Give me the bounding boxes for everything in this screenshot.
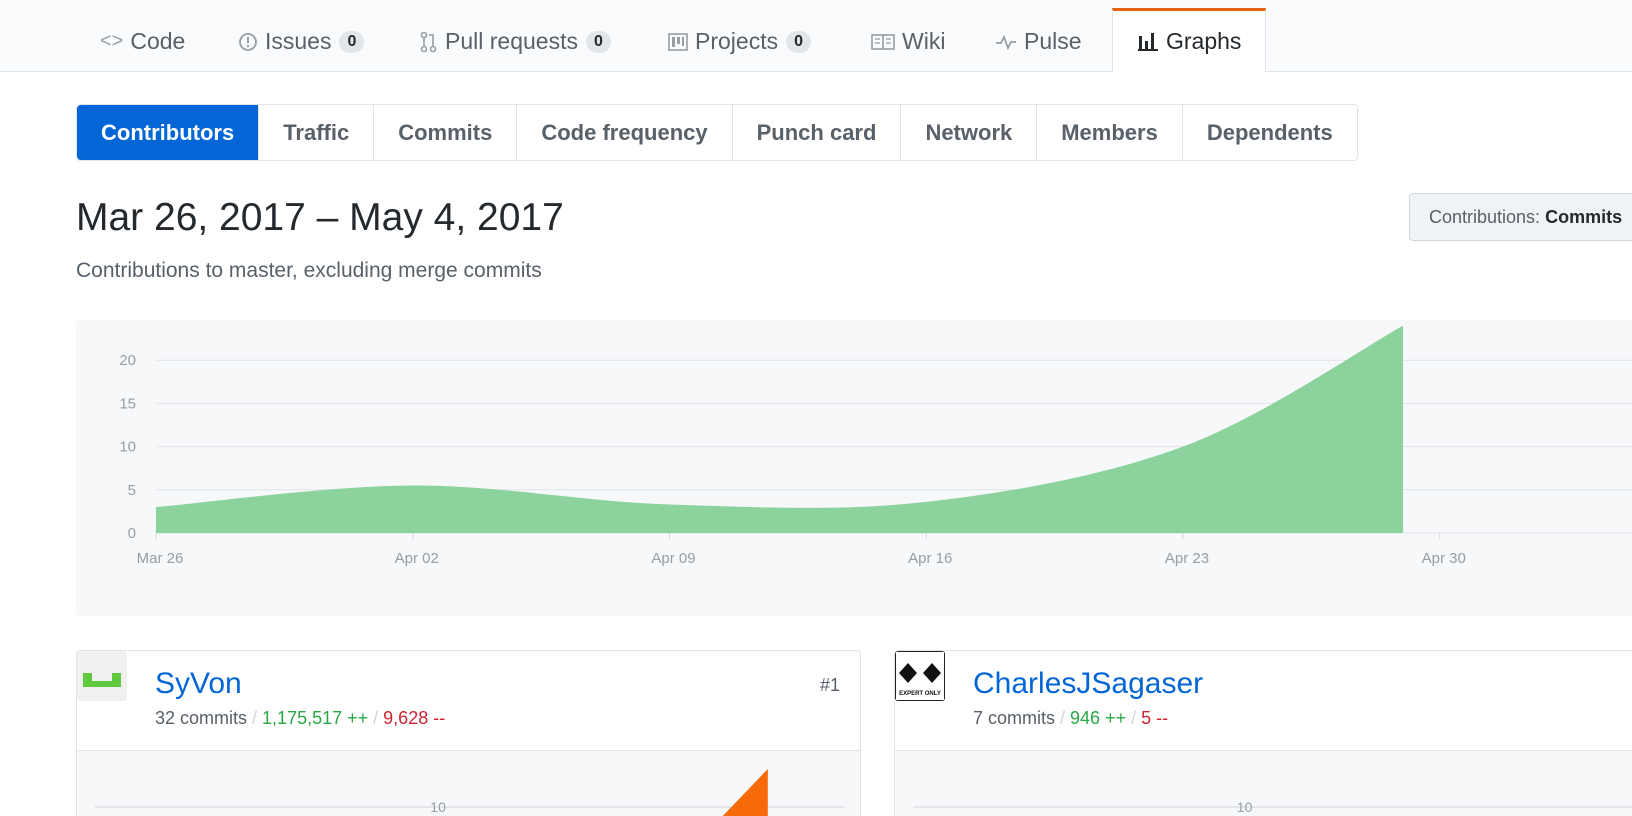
project-icon bbox=[668, 32, 688, 52]
contributor-name-link[interactable]: SyVon bbox=[155, 667, 242, 701]
avatar[interactable]: EXPERT ONLY bbox=[895, 651, 945, 701]
contributor-chart[interactable]: 10 bbox=[77, 751, 860, 816]
subnav-punch-card[interactable]: Punch card bbox=[731, 105, 901, 160]
subnav-commits[interactable]: Commits bbox=[373, 105, 516, 160]
y-tick-label: 5 bbox=[128, 482, 136, 499]
x-tick-label: Mar 26 bbox=[137, 550, 184, 567]
pull-request-icon bbox=[420, 31, 438, 53]
repo-tab-label: Pull requests bbox=[445, 28, 578, 54]
repo-tab-pull-requests[interactable]: Pull requests 0 bbox=[420, 10, 611, 73]
x-tick-label: Apr 16 bbox=[908, 550, 952, 567]
contributions-chart[interactable]: 0 5 10 15 20 Mar 26 Apr 02 Apr 09 Apr 16 Apr 23 Ap… bbox=[76, 320, 1632, 616]
contributor-card-header: SyVon 32 commits / 1,175,517 ++ / 9,628 … bbox=[77, 651, 860, 751]
commit-count: 32 commits bbox=[155, 708, 248, 728]
contributor-area bbox=[722, 769, 768, 816]
contributions-type-select[interactable]: Contributions: Commits bbox=[1409, 193, 1632, 241]
subnav-traffic[interactable]: Traffic bbox=[258, 105, 373, 160]
contributor-chart[interactable]: 10 bbox=[895, 751, 1632, 816]
issue-icon bbox=[238, 32, 258, 52]
repo-tab-label: Graphs bbox=[1166, 28, 1242, 54]
repo-tab-label: Issues bbox=[265, 28, 332, 54]
subnav-dependents[interactable]: Dependents bbox=[1181, 105, 1357, 160]
card-y-tick-label: 10 bbox=[1237, 799, 1253, 815]
repo-tab-wiki[interactable]: Wiki bbox=[871, 10, 945, 73]
card-y-tick-label: 10 bbox=[430, 799, 446, 815]
pull-requests-counter: 0 bbox=[585, 30, 611, 53]
contributor-card: EXPERT ONLY CharlesJSagaser 7 commits / … bbox=[894, 650, 1632, 816]
repo-tab-pulse[interactable]: Pulse bbox=[995, 10, 1082, 73]
book-icon bbox=[871, 33, 895, 51]
contributor-stats: 32 commits / 1,175,517 ++ / 9,628 -- bbox=[155, 708, 446, 728]
commit-count: 7 commits bbox=[973, 708, 1056, 728]
subnav-network[interactable]: Network bbox=[900, 105, 1036, 160]
graph-icon bbox=[1137, 32, 1159, 52]
date-range-title: Mar 26, 2017 – May 4, 2017 bbox=[76, 196, 564, 239]
projects-counter: 0 bbox=[786, 30, 811, 53]
subnav-members[interactable]: Members bbox=[1036, 105, 1182, 160]
code-icon: <> bbox=[100, 30, 124, 52]
contributor-card-header: EXPERT ONLY CharlesJSagaser 7 commits / … bbox=[895, 651, 1632, 751]
avatar[interactable] bbox=[77, 651, 127, 701]
contributions-value: Commits bbox=[1545, 206, 1623, 227]
repo-tab-label: Projects bbox=[695, 28, 779, 54]
subnav-contributors[interactable]: Contributors bbox=[77, 105, 259, 160]
repo-tab-issues[interactable]: Issues 0 bbox=[238, 10, 365, 73]
contributor-card: SyVon 32 commits / 1,175,517 ++ / 9,628 … bbox=[76, 650, 861, 816]
x-tick-label: Apr 30 bbox=[1422, 550, 1466, 567]
y-tick-label: 20 bbox=[119, 352, 136, 369]
x-tick-label: Apr 23 bbox=[1165, 550, 1209, 567]
additions-count: 946 ++ bbox=[1070, 708, 1127, 728]
issues-counter: 0 bbox=[339, 30, 365, 53]
x-tick-label: Apr 02 bbox=[395, 550, 439, 567]
contributor-name-link[interactable]: CharlesJSagaser bbox=[973, 667, 1203, 701]
contributions-area bbox=[156, 325, 1404, 533]
deletions-count: 5 -- bbox=[1141, 708, 1169, 728]
repo-tab-label: Code bbox=[130, 28, 186, 54]
contributions-label: Contributions: bbox=[1429, 206, 1541, 227]
repo-tab-projects[interactable]: Projects 0 bbox=[668, 10, 811, 73]
repo-tab-label: Pulse bbox=[1024, 28, 1082, 54]
subnav-code-frequency[interactable]: Code frequency bbox=[516, 105, 731, 160]
repo-nav: <> Code Issues 0 Pull requests 0 Project… bbox=[0, 0, 1632, 72]
y-tick-label: 15 bbox=[119, 395, 136, 412]
additions-count: 1,175,517 ++ bbox=[262, 708, 369, 728]
y-tick-label: 10 bbox=[119, 439, 136, 456]
contributor-chart-svg: 10 bbox=[913, 799, 1632, 815]
repo-tab-graphs[interactable]: Graphs bbox=[1112, 8, 1267, 72]
date-range-subtitle: Contributions to master, excluding merge… bbox=[76, 259, 542, 282]
contributions-chart-svg: 0 5 10 15 20 Mar 26 Apr 02 Apr 09 Apr 16 Apr 23 Ap… bbox=[119, 325, 1632, 567]
graphs-subnav: Contributors Traffic Commits Code freque… bbox=[76, 104, 1358, 161]
repo-tab-code[interactable]: <> Code bbox=[100, 10, 185, 73]
contributor-stats: 7 commits / 946 ++ / 5 -- bbox=[973, 708, 1169, 728]
deletions-count: 9,628 -- bbox=[383, 708, 446, 728]
repo-tab-label: Wiki bbox=[902, 28, 946, 54]
avatar-badge-text: EXPERT ONLY bbox=[899, 691, 941, 697]
x-tick-label: Apr 09 bbox=[651, 550, 695, 567]
pulse-icon bbox=[995, 33, 1017, 51]
contributor-chart-svg: 10 bbox=[95, 769, 844, 816]
y-tick-label: 0 bbox=[128, 525, 136, 542]
contributor-rank: #1 bbox=[819, 675, 840, 695]
